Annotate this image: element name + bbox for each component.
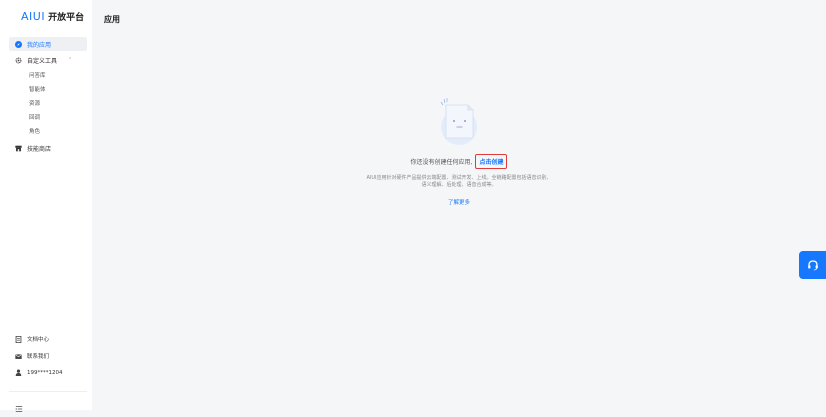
- logo[interactable]: AIUI 开放平台: [21, 9, 84, 23]
- sidebar: AIUI 开放平台 我的应用 自定义工具 ⌃ 问答库 智能体 资源 回调 角色 …: [0, 0, 92, 412]
- nav-skill-store-label: 技能商店: [27, 145, 52, 153]
- main-content: 应用 你还没有创建任何应用, 点击创建 AIUI应用针对硬件产品提供云端配置、测…: [92, 0, 826, 410]
- nav-contact[interactable]: 联系我们: [15, 352, 49, 360]
- nav-contact-label: 联系我们: [27, 354, 50, 360]
- empty-message-text: 你还没有创建任何应用,: [410, 159, 473, 166]
- user-icon: [15, 369, 22, 376]
- nav-sub-role[interactable]: 角色: [29, 127, 40, 135]
- empty-box-illustration: [440, 98, 477, 145]
- logo-brand: AIUI: [21, 9, 46, 23]
- document-icon: [15, 335, 22, 343]
- store-icon: [15, 145, 22, 152]
- nav-my-apps-label: 我的应用: [27, 41, 52, 49]
- chevron-up-icon: ⌃: [68, 57, 73, 63]
- learn-more-link[interactable]: 了解更多: [448, 198, 470, 206]
- gear-icon: [15, 57, 22, 64]
- headset-icon: [807, 256, 819, 275]
- nav-sub-qa[interactable]: 问答库: [29, 71, 46, 79]
- nav-sub-callback[interactable]: 回调: [29, 113, 40, 121]
- logo-text: 开放平台: [48, 12, 85, 23]
- nav-docs[interactable]: 文档中心: [15, 335, 49, 343]
- sidebar-divider: [9, 391, 87, 392]
- nav-custom-tools-label: 自定义工具: [27, 57, 58, 65]
- nav-custom-tools[interactable]: 自定义工具 ⌃: [9, 53, 87, 67]
- page-title: 应用: [104, 15, 120, 24]
- compass-icon: [15, 40, 22, 48]
- create-app-link[interactable]: 点击创建: [475, 154, 508, 169]
- nav-docs-label: 文档中心: [27, 337, 50, 343]
- user-phone: 199****1204: [27, 369, 63, 376]
- nav-sub-resource[interactable]: 资源: [29, 99, 40, 107]
- empty-message: 你还没有创建任何应用, 点击创建: [92, 154, 826, 169]
- empty-state: 你还没有创建任何应用, 点击创建 AIUI应用针对硬件产品提供云端配置、测试开发…: [92, 96, 826, 208]
- support-float-button[interactable]: [799, 251, 826, 279]
- user-account[interactable]: 199****1204: [15, 369, 63, 376]
- mail-icon: [15, 353, 22, 360]
- menu-collapse-icon[interactable]: [15, 398, 23, 412]
- nav-my-apps[interactable]: 我的应用: [9, 37, 87, 51]
- nav-sub-agent[interactable]: 智能体: [29, 85, 46, 93]
- empty-description: AIUI应用针对硬件产品提供云端配置、测试开发、上线。全链路配置包括语音识别、语…: [366, 175, 552, 188]
- nav-skill-store[interactable]: 技能商店: [9, 141, 87, 155]
